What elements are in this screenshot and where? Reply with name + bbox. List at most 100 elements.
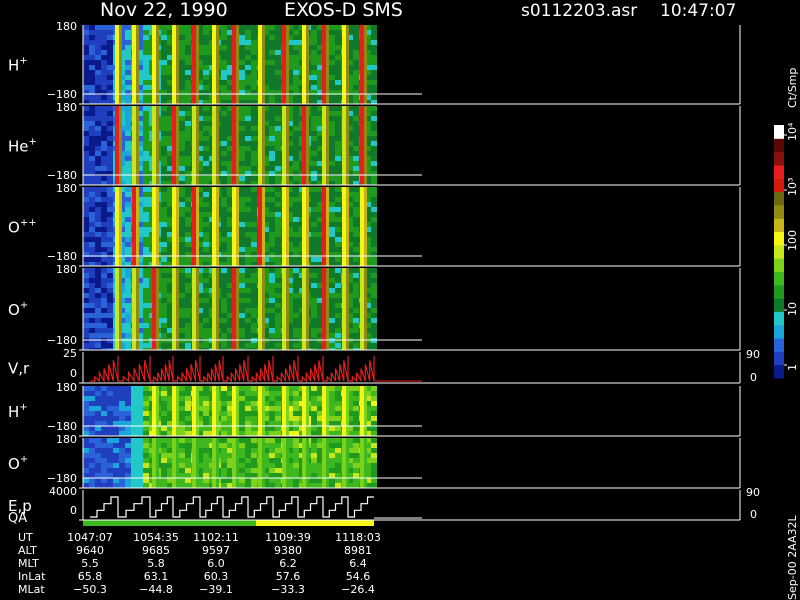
heatmap-cell	[143, 212, 149, 217]
heatmap-cell	[107, 25, 113, 30]
heatmap-stripe	[364, 386, 367, 436]
heatmap-stripe	[258, 187, 262, 266]
heatmap-cell	[95, 273, 101, 278]
heatmap-cell	[239, 65, 245, 70]
heatmap-cell	[371, 247, 377, 252]
heatmap-cell	[239, 468, 245, 473]
right-tick-label: 0	[750, 508, 757, 521]
heatmap-cell	[107, 247, 113, 252]
heatmap-cell	[269, 55, 275, 60]
heatmap-cell	[353, 111, 359, 116]
heatmap-cell	[95, 288, 101, 293]
heatmap-cell	[185, 247, 191, 252]
heatmap-cell	[251, 121, 257, 126]
heatmap-cell	[119, 426, 125, 431]
heatmap-cell	[221, 303, 227, 308]
heatmap-cell	[203, 116, 209, 121]
heatmap-cell	[179, 116, 185, 121]
heatmap-cell	[161, 187, 167, 192]
heatmap-cell	[335, 391, 341, 396]
heatmap-cell	[335, 111, 341, 116]
heatmap-cell	[221, 293, 227, 298]
heatmap-cell	[245, 197, 251, 202]
heatmap-stripe	[172, 25, 176, 104]
y-tick-label: 180	[56, 20, 77, 33]
heatmap-cell	[239, 40, 245, 45]
heatmap-cell	[275, 141, 281, 146]
heatmap-cell	[101, 136, 107, 141]
heatmap-cell	[143, 478, 149, 483]
heatmap-cell	[131, 416, 137, 421]
heatmap-cell	[329, 197, 335, 202]
heatmap-cell	[125, 111, 131, 116]
heatmap-cell	[329, 421, 335, 426]
heatmap-cell	[245, 268, 251, 273]
heatmap-cell	[95, 257, 101, 262]
heatmap-cell	[353, 197, 359, 202]
heatmap-cell	[185, 25, 191, 30]
heatmap-cell	[269, 448, 275, 453]
heatmap-cell	[353, 343, 359, 348]
heatmap-cell	[107, 75, 113, 80]
heatmap-cell	[107, 318, 113, 323]
heatmap-stripe	[156, 386, 159, 436]
heatmap-cell	[101, 443, 107, 448]
heatmap-cell	[143, 386, 149, 391]
heatmap-cell	[101, 126, 107, 131]
heatmap-cell	[239, 156, 245, 161]
heatmap-cell	[101, 458, 107, 463]
heatmap-cell	[119, 483, 125, 488]
heatmap-cell	[251, 391, 257, 396]
heatmap-cell	[251, 237, 257, 242]
heatmap-cell	[275, 298, 281, 303]
heatmap-cell	[89, 293, 95, 298]
heatmap-cell	[269, 65, 275, 70]
heatmap-cell	[251, 333, 257, 338]
heatmap-cell	[245, 448, 251, 453]
heatmap-cell	[275, 268, 281, 273]
heatmap-cell	[83, 65, 89, 70]
heatmap-cell	[179, 406, 185, 411]
heatmap-cell	[293, 401, 299, 406]
heatmap-cell	[353, 431, 359, 436]
heatmap-cell	[107, 328, 113, 333]
heatmap-cell	[293, 75, 299, 80]
heatmap-cell	[221, 75, 227, 80]
heatmap-cell	[239, 478, 245, 483]
heatmap-stripe	[306, 106, 309, 185]
heatmap-cell	[203, 448, 209, 453]
heatmap-cell	[143, 473, 149, 478]
heatmap-cell	[113, 411, 119, 416]
heatmap-cell	[89, 156, 95, 161]
heatmap-cell	[143, 80, 149, 85]
heatmap-cell	[335, 85, 341, 90]
colorbar-segment	[774, 125, 784, 139]
heatmap-cell	[311, 237, 317, 242]
heatmap-cell	[185, 293, 191, 298]
heatmap-cell	[83, 146, 89, 151]
axis-row-value: 9597	[202, 544, 230, 557]
axis-row-value: −44.8	[139, 583, 173, 596]
heatmap-stripe	[346, 268, 349, 350]
heatmap-cell	[83, 55, 89, 60]
heatmap-cell	[89, 262, 95, 266]
heatmap-cell	[371, 257, 377, 262]
heatmap-stripe	[282, 187, 286, 266]
heatmap-cell	[311, 70, 317, 75]
heatmap-cell	[293, 293, 299, 298]
heatmap-cell	[335, 278, 341, 283]
heatmap-cell	[221, 222, 227, 227]
heatmap-cell	[239, 328, 245, 333]
heatmap-cell	[95, 217, 101, 222]
heatmap-cell	[107, 333, 113, 338]
heatmap-cell	[95, 151, 101, 156]
heatmap-cell	[311, 278, 317, 283]
heatmap-cell	[371, 126, 377, 131]
heatmap-cell	[161, 328, 167, 333]
heatmap-cell	[251, 187, 257, 192]
heatmap-cell	[119, 458, 125, 463]
heatmap-cell	[335, 181, 341, 185]
heatmap-cell	[125, 141, 131, 146]
heatmap-cell	[275, 50, 281, 55]
heatmap-cell	[113, 391, 119, 396]
